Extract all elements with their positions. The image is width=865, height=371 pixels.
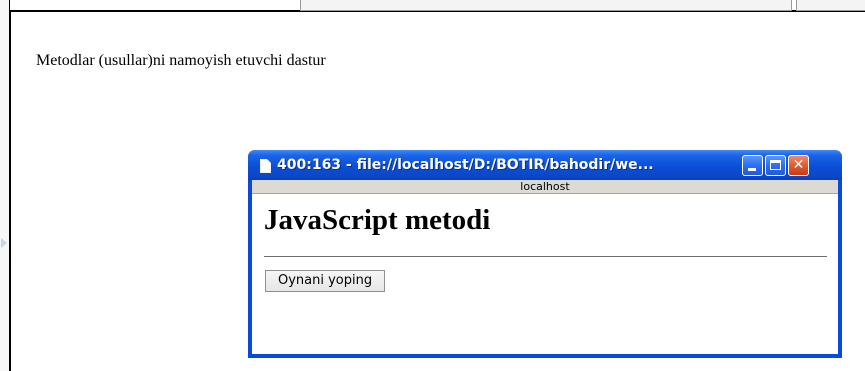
popup-content: JavaScript metodi Oynani yoping — [252, 194, 838, 354]
close-window-button[interactable]: Oynani yoping — [265, 270, 386, 292]
document-icon — [260, 159, 271, 173]
close-window-titlebar-button[interactable]: ✕ — [788, 155, 809, 176]
minimize-icon — [748, 168, 756, 171]
sidebar-expand-arrow-icon[interactable] — [1, 238, 7, 248]
popup-heading: JavaScript metodi — [264, 204, 491, 236]
browser-left-edge — [0, 0, 9, 371]
close-icon: ✕ — [792, 157, 805, 173]
popup-window: 400:163 - file://localhost/D:/BOTIR/baho… — [248, 150, 842, 358]
maximize-button[interactable] — [765, 155, 786, 176]
search-bar-fragment[interactable] — [796, 0, 865, 11]
browser-viewport: Metodlar (usullar)ni namoyish etuvchi da… — [0, 0, 865, 371]
page-body-text: Metodlar (usullar)ni namoyish etuvchi da… — [36, 52, 326, 69]
popup-host-bar: localhost — [252, 180, 838, 194]
popup-titlebar[interactable]: 400:163 - file://localhost/D:/BOTIR/baho… — [248, 150, 842, 180]
browser-left-frame — [9, 0, 11, 371]
horizontal-rule — [264, 256, 827, 257]
minimize-button[interactable] — [742, 155, 763, 176]
popup-title: 400:163 - file://localhost/D:/BOTIR/baho… — [277, 157, 654, 173]
address-bar-fragment[interactable] — [300, 0, 792, 11]
maximize-icon — [770, 160, 781, 170]
